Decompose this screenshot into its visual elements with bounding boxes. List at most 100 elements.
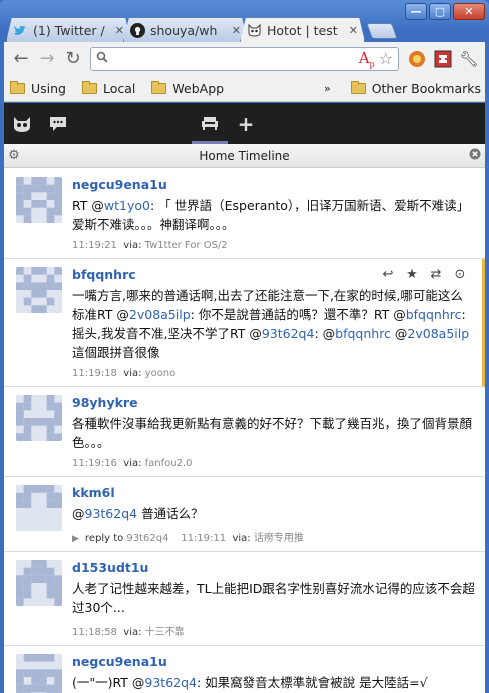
tweet-author-name[interactable]: kkm6l [72,485,475,500]
tweet-timestamp[interactable]: 11:19:16 [72,458,123,469]
tweet-text-fragment: 普通话么？ [137,506,204,521]
mention-link[interactable]: 93t62q4 [85,506,138,521]
browser-action-icon[interactable] [405,47,429,71]
bookmark-folder-local[interactable]: Local [82,80,136,96]
browser-toolbar: ← → ↻ Ap ☆ 🔧︎ [4,42,485,75]
close-tab-icon[interactable]: ✕ [349,24,358,37]
extension-icon[interactable] [431,47,455,71]
new-tab-button[interactable] [366,23,398,39]
tweet-text-fragment: @ [72,506,85,521]
tweet-text: (一"一)RT @93t62q4: 如果窩發音太標準就會被說 是大陸話=√ [72,673,475,692]
mention-link[interactable]: bfqqnhrc [335,326,391,341]
expand-arrow-icon[interactable]: ▶ [72,534,79,544]
translate-icon[interactable]: Ap [359,49,375,69]
close-tab-icon[interactable]: ✕ [232,24,241,37]
gear-icon[interactable]: ⚙ [4,148,24,163]
tweet-source[interactable]: yoono [145,368,176,379]
close-tab-icon[interactable]: ✕ [115,24,124,37]
tweet-item[interactable]: negcu9ena1u (一"一)RT @93t62q4: 如果窩發音太標準就會被… [4,646,485,693]
reply-to-label[interactable]: reply to [85,533,126,544]
forward-button[interactable]: → [34,46,60,72]
avatar[interactable] [16,560,62,606]
tweet-author-name[interactable]: negcu9ena1u [72,654,475,669]
tweet-item[interactable]: d153udt1u 人老了记性越来越差，TL上能把ID跟名字性别喜好流水记得的应该… [4,552,485,646]
search-icon [96,51,108,67]
tweet-meta: ▶ reply to 93t62q4 11:19:11 via: 话痨专用推 [72,529,475,544]
maximize-button[interactable]: ▢ [429,3,451,20]
back-button[interactable]: ← [8,46,34,72]
mention-link[interactable]: 93t62q4 [144,675,197,690]
reload-button[interactable]: ↻ [60,46,86,72]
via-label: via: [232,533,254,544]
other-bookmarks-folder[interactable]: Other Bookmarks [350,80,481,96]
tab-hotot[interactable]: Hotot | test ✕ [240,17,365,42]
mention-link[interactable]: wt1yo0 [104,198,150,213]
hotot-app: + ⚙ Home Timeline negcu9ena1u RT @wt1yo0:… [4,103,485,693]
tweet-item[interactable]: negcu9ena1u RT @wt1yo0: 「 世界語（Esperanto），… [4,169,485,259]
tweet-timestamp[interactable]: 11:19:18 [72,368,123,379]
github-icon [130,23,145,38]
close-column-icon[interactable] [465,148,485,164]
close-window-button[interactable]: ✕ [453,3,485,20]
omnibox[interactable]: Ap ☆ [90,46,399,71]
more-menu-icon[interactable]: ⊙ [452,267,468,282]
tweet-source[interactable]: fanfou2.0 [145,458,193,469]
mention-link[interactable]: bfqqnhrc [406,307,462,322]
folder-icon [10,80,25,94]
tweet-timestamp[interactable]: 11:19:11 [181,533,232,544]
tweet-author-name[interactable]: 98yhykre [72,395,475,410]
tab-twitter[interactable]: (1) Twitter / ✕ [6,17,131,42]
add-column-icon[interactable]: + [228,103,264,144]
tweet-timestamp[interactable]: 11:18:58 [72,627,123,638]
minimize-button[interactable]: — [405,3,427,20]
tweet-text: @93t62q4 普通话么？ [72,504,475,523]
bookmark-label: Local [103,80,136,96]
favorite-star-icon[interactable]: ★ [404,267,420,282]
tweet-author-name[interactable]: d153udt1u [72,560,475,575]
column-title: Home Timeline [199,148,290,163]
mention-link[interactable]: 2v08a5ilp [407,326,469,341]
via-label: via: [123,368,145,379]
bookmark-folder-using[interactable]: Using [10,80,66,96]
tweet-source[interactable]: 十三不靠 [145,627,185,638]
tweet-item[interactable]: kkm6l @93t62q4 普通话么？ ▶ reply to 93t62q4 11:… [4,477,485,552]
bookmark-star-icon[interactable]: ☆ [379,49,393,68]
column-switcher: + [192,103,264,144]
folder-icon [151,80,167,94]
mention-link[interactable]: 93t62q4 [262,326,315,341]
tweet-timestamp[interactable]: 11:19:21 [72,240,123,251]
tweet-body: kkm6l @93t62q4 普通话么？ ▶ reply to 93t62q4 11:… [72,485,475,544]
hotot-owl-icon [247,23,262,38]
tweet-item[interactable]: 98yhykre 各種軟件沒事給我更新點有意義的好不好？下載了幾百兆，換了個背景顏… [4,387,485,477]
avatar[interactable] [16,395,62,441]
owl-menu-icon[interactable] [4,103,40,144]
tweet-meta: 11:19:21 via: Tw1tter For OS/2 [72,240,475,251]
home-sofa-icon[interactable] [192,103,228,144]
tab-title: Hotot | test [267,22,338,38]
tweet-body: 98yhykre 各種軟件沒事給我更新點有意義的好不好？下載了幾百兆，換了個背景顏… [72,395,475,469]
via-label: via: [123,627,145,638]
tweet-actions: ↩ ★ ⇄ ⊙ [380,267,468,282]
via-label: via: [123,458,145,469]
tweet-source[interactable]: 话痨专用推 [254,533,304,544]
tab-title: (1) Twitter / [33,22,105,38]
tweet-author-name[interactable]: negcu9ena1u [72,177,475,192]
reply-icon[interactable]: ↩ [380,267,396,282]
arrow-right-icon: → [39,48,55,69]
tweet-item[interactable]: bfqqnhrc 一嘴方言,哪来的普通话啊,出去了还能注意一下,在家的时候,哪可能… [4,259,485,387]
bookmarks-overflow-icon[interactable]: » [324,82,331,95]
wrench-icon[interactable]: 🔧︎ [457,47,481,71]
tab-github[interactable]: shouya/wh ✕ [123,17,248,42]
mention-link[interactable]: 2v08a5ilp [129,307,191,322]
home-timeline[interactable]: negcu9ena1u RT @wt1yo0: 「 世界語（Esperanto），… [4,169,485,693]
column-header: ⚙ Home Timeline [4,144,485,168]
avatar[interactable] [16,267,62,313]
retweet-icon[interactable]: ⇄ [428,267,444,282]
avatar[interactable] [16,485,62,531]
avatar[interactable] [16,177,62,223]
avatar[interactable] [16,654,62,693]
bookmark-folder-webapp[interactable]: WebApp [151,80,224,96]
messages-icon[interactable] [40,103,76,144]
tweet-source[interactable]: Tw1tter For OS/2 [145,240,228,251]
reply-to-user[interactable]: 93t62q4 [126,533,181,544]
